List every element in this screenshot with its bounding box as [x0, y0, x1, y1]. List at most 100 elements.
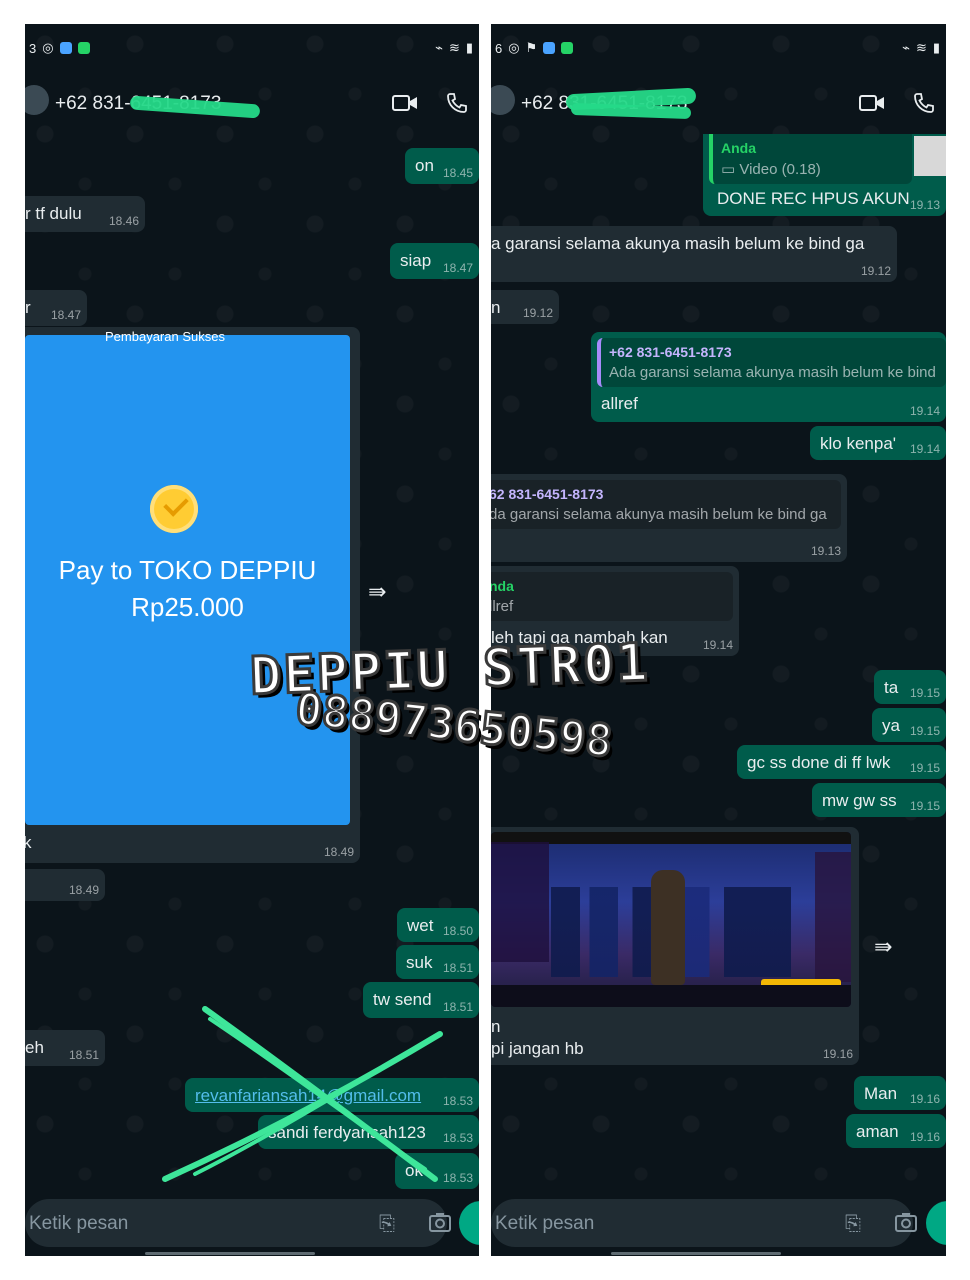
message-text: pi jangan hb — [491, 1039, 584, 1058]
attach-icon[interactable]: ⎘ — [845, 1213, 861, 1236]
message-time: 19.12 — [522, 306, 553, 320]
message-input[interactable]: Ketik pesan ⎘ — [491, 1199, 917, 1247]
message-text: aman — [856, 1122, 899, 1141]
message-text: allref — [601, 394, 638, 413]
phone-call-icon[interactable] — [912, 91, 936, 115]
message-time: 18.50 — [442, 924, 473, 938]
message-incoming[interactable]: r 18.47 — [25, 290, 87, 326]
video-thumbnail[interactable] — [914, 136, 946, 176]
video-call-icon[interactable] — [859, 93, 885, 113]
message-time: 19.16 — [909, 1130, 940, 1144]
payment-status-text: Pembayaran Sukses — [105, 329, 225, 344]
avatar[interactable] — [491, 85, 515, 115]
message-time: 18.46 — [108, 214, 139, 228]
quote-text: da garansi selama akunya masih belum ke … — [491, 506, 827, 523]
voice-send-button[interactable] — [459, 1201, 479, 1245]
quote-author: +62 831-6451-8173 — [609, 344, 732, 360]
wifi-icon: ≋ — [448, 40, 460, 55]
status-time: 3 — [29, 40, 37, 56]
quote-author: Anda — [721, 140, 756, 156]
message-outgoing[interactable]: aman 19.16 — [846, 1114, 946, 1148]
message-incoming[interactable]: n 19.12 — [491, 290, 559, 324]
message-text: suk — [406, 953, 433, 972]
message-time: 19.13 — [810, 544, 841, 558]
message-text: ta — [884, 678, 899, 697]
message-outgoing[interactable]: siap 18.47 — [390, 243, 479, 279]
avatar[interactable] — [25, 85, 49, 115]
quoted-message[interactable]: Anda ▭ Video (0.18) — [709, 134, 912, 184]
voice-send-button[interactable] — [926, 1201, 946, 1245]
quoted-message[interactable]: +62 831-6451-8173 Ada garansi selama aku… — [597, 338, 946, 387]
message-text: eh — [25, 1038, 44, 1057]
phone-call-icon[interactable] — [445, 91, 469, 115]
message-outgoing[interactable]: ta 19.15 — [874, 670, 946, 704]
quote-author: nda — [491, 578, 514, 594]
message-time: 18.47 — [442, 261, 473, 275]
checkmark-coin-icon — [150, 485, 198, 533]
video-call-icon[interactable] — [392, 93, 418, 113]
quoted-message[interactable]: 62 831-6451-8173 da garansi selama akuny… — [491, 480, 841, 529]
camera-icon[interactable] — [428, 1211, 452, 1233]
message-incoming[interactable]: a garansi selama akunya masih belum ke b… — [491, 226, 897, 282]
message-time: 19.14 — [909, 404, 940, 418]
flag-icon: ⚑ — [525, 40, 538, 55]
message-input-bar: Ketik pesan ⎘ — [491, 1199, 946, 1249]
message-outgoing[interactable]: mw gw ss 19.15 — [812, 783, 946, 817]
camera-icon[interactable] — [894, 1211, 918, 1233]
forward-icon[interactable]: ⇛ — [368, 579, 386, 605]
message-incoming[interactable]: r tf dulu 18.46 — [25, 196, 145, 232]
app-icon — [59, 42, 72, 54]
message-time: 19.14 — [909, 442, 940, 456]
quoted-message[interactable]: nda llref — [491, 572, 733, 621]
message-text: a garansi selama akunya masih belum ke b… — [491, 234, 865, 253]
message-text: n — [491, 298, 501, 317]
message-time: 18.49 — [323, 845, 354, 859]
game-screenshot-image[interactable] — [491, 832, 851, 1007]
quote-author: 62 831-6451-8173 — [491, 486, 604, 502]
attach-icon[interactable]: ⎘ — [379, 1213, 395, 1236]
reply-message-outgoing[interactable]: +62 831-6451-8173 Ada garansi selama aku… — [591, 332, 946, 422]
input-placeholder: Ketik pesan — [29, 1213, 129, 1234]
vibrate-icon: ⌁ — [902, 40, 910, 55]
quote-text-value: Video (0.18) — [739, 161, 821, 178]
message-input[interactable]: Ketik pesan ⎘ — [25, 1199, 451, 1247]
reply-message-incoming[interactable]: 62 831-6451-8173 da garansi selama akuny… — [491, 474, 847, 562]
game-hud-right — [815, 852, 851, 982]
message-time: 18.51 — [68, 1048, 99, 1062]
forward-icon[interactable]: ⇛ — [874, 934, 892, 960]
app-icon — [77, 42, 90, 54]
home-indicator — [145, 1252, 315, 1255]
quote-text: Ada garansi selama akunya masih belum ke… — [609, 364, 936, 381]
message-time: 19.15 — [909, 799, 940, 813]
message-outgoing[interactable]: wet 18.50 — [397, 908, 479, 942]
message-outgoing[interactable]: klo kenpa' 19.14 — [810, 426, 946, 460]
app-icon — [543, 42, 556, 54]
message-text: k — [25, 833, 32, 852]
message-incoming[interactable]: 18.49 — [25, 869, 105, 901]
message-outgoing[interactable]: on 18.45 — [405, 148, 479, 184]
home-indicator — [611, 1252, 781, 1255]
message-time: 18.47 — [50, 308, 81, 322]
message-time: 19.16 — [822, 1047, 853, 1061]
status-bar: 6 ◎ ⚑ ⌁ ≋ ▮ — [491, 24, 946, 74]
payment-amount: Rp25.000 — [131, 592, 244, 622]
seller-watermark: DEPPIU STR01 088973650598 — [248, 632, 720, 810]
message-outgoing[interactable]: Man 19.16 — [854, 1076, 946, 1110]
quote-text: llref — [491, 598, 514, 615]
chat-header: +62 831-6451-8173 — [25, 79, 479, 135]
message-outgoing[interactable]: ya 19.15 — [872, 708, 946, 742]
app-icon — [561, 42, 574, 54]
message-incoming[interactable]: eh 18.51 — [25, 1030, 105, 1066]
message-text: klo kenpa' — [820, 434, 897, 453]
input-placeholder: Ketik pesan — [495, 1213, 595, 1234]
whatsapp-icon: ◎ — [42, 40, 54, 55]
message-time: 18.49 — [68, 883, 99, 897]
whatsapp-icon: ◎ — [508, 40, 520, 55]
game-character — [651, 870, 685, 985]
message-text: ya — [882, 716, 900, 735]
message-time: 19.16 — [909, 1092, 940, 1106]
message-outgoing[interactable]: suk 18.51 — [396, 945, 479, 979]
message-time: 18.51 — [442, 961, 473, 975]
message-outgoing[interactable]: gc ss done di ff lwk 19.15 — [737, 745, 946, 779]
reply-message-outgoing[interactable]: Anda ▭ Video (0.18) DONE REC HPUS AKUN 1… — [703, 134, 946, 216]
